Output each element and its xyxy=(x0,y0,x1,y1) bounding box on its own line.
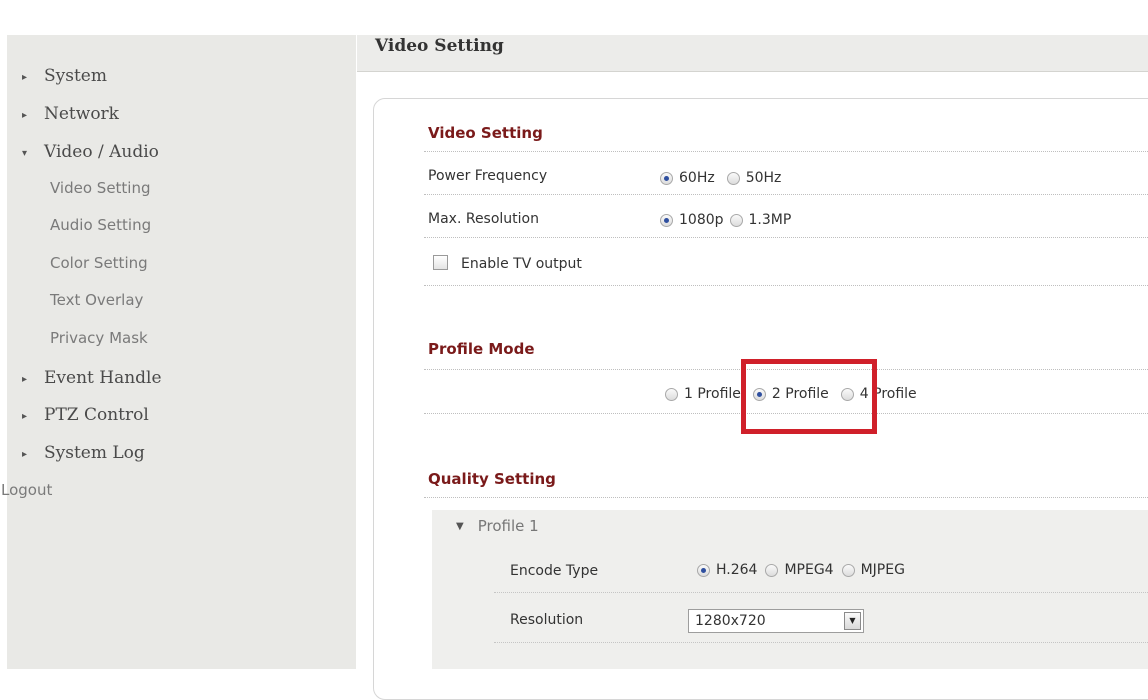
sidebar-item-network[interactable]: ▸ Network xyxy=(22,102,119,126)
divider xyxy=(424,285,1148,286)
radio-label-mjpeg[interactable]: MJPEG xyxy=(861,562,905,578)
sidebar-item-ptz-control[interactable]: ▸ PTZ Control xyxy=(22,403,149,427)
radio-1-profile[interactable] xyxy=(665,387,678,401)
sidebar-item-label: PTZ Control xyxy=(44,405,149,425)
resolution-select[interactable]: 1280x720 ▼ xyxy=(688,609,864,633)
profile-1-panel xyxy=(432,510,1148,669)
radio-60hz[interactable] xyxy=(660,171,673,185)
sidebar-item-label: System xyxy=(44,66,107,86)
sidebar-subitem-privacy-mask[interactable]: Privacy Mask xyxy=(50,327,148,349)
tv-output-label[interactable]: Enable TV output xyxy=(461,256,582,272)
radio-mpeg4[interactable] xyxy=(765,563,779,577)
divider xyxy=(424,151,1148,152)
sidebar-item-label: Video / Audio xyxy=(44,142,159,162)
radio-label-1-3mp[interactable]: 1.3MP xyxy=(749,212,792,228)
highlight-box xyxy=(741,359,877,434)
expand-arrow-icon: ▸ xyxy=(22,449,28,460)
chevron-down-icon[interactable]: ▼ xyxy=(844,612,861,630)
sidebar-item-system-log[interactable]: ▸ System Log xyxy=(22,441,145,465)
sidebar-subitem-text-overlay[interactable]: Text Overlay xyxy=(50,289,143,311)
resolution-value: 1280x720 xyxy=(695,613,766,629)
collapse-arrow-icon: ▾ xyxy=(22,148,28,159)
resolution-label: Resolution xyxy=(510,612,584,628)
sidebar-item-label: Network xyxy=(44,104,119,124)
sidebar-item-event-handle[interactable]: ▸ Event Handle xyxy=(22,366,162,390)
divider xyxy=(494,642,1148,643)
sidebar-item-label: System Log xyxy=(44,443,145,463)
divider xyxy=(494,592,1148,593)
radio-h264[interactable] xyxy=(697,563,710,577)
sidebar-subitem-video-setting[interactable]: Video Setting xyxy=(50,177,151,199)
expand-arrow-icon: ▸ xyxy=(22,374,28,385)
radio-50hz[interactable] xyxy=(726,171,740,185)
power-frequency-radio-group: 60Hz 50Hz xyxy=(660,170,793,186)
radio-label-50hz[interactable]: 50Hz xyxy=(746,170,782,186)
section-title-quality-setting: Quality Setting xyxy=(428,470,556,488)
max-resolution-radio-group: 1080p 1.3MP xyxy=(660,212,803,228)
radio-label-h264[interactable]: H.264 xyxy=(716,562,757,578)
section-title-video-setting: Video Setting xyxy=(428,124,543,142)
sidebar-nav xyxy=(7,35,356,669)
radio-label-60hz[interactable]: 60Hz xyxy=(679,170,715,186)
radio-label-mpeg4[interactable]: MPEG4 xyxy=(784,562,833,578)
divider xyxy=(424,497,1148,498)
section-title-profile-mode: Profile Mode xyxy=(428,340,535,358)
profile-1-label: Profile 1 xyxy=(477,517,539,535)
radio-1080p[interactable] xyxy=(660,213,673,227)
sidebar-item-label: Event Handle xyxy=(44,368,162,388)
collapse-arrow-icon: ▼ xyxy=(456,521,464,532)
profile-1-toggle[interactable]: ▼ Profile 1 xyxy=(456,517,539,535)
max-resolution-label: Max. Resolution xyxy=(428,211,539,227)
radio-mjpeg[interactable] xyxy=(841,563,855,577)
tv-output-checkbox[interactable] xyxy=(433,255,448,270)
expand-arrow-icon: ▸ xyxy=(22,72,28,83)
divider xyxy=(424,237,1148,238)
encode-type-radio-group: H.264 MPEG4 MJPEG xyxy=(697,562,917,578)
radio-label-1080p[interactable]: 1080p xyxy=(679,212,724,228)
sidebar-item-system[interactable]: ▸ System xyxy=(22,64,107,88)
divider xyxy=(424,194,1148,195)
encode-type-label: Encode Type xyxy=(510,563,599,579)
sidebar-subitem-audio-setting[interactable]: Audio Setting xyxy=(50,214,151,236)
sidebar-subitem-color-setting[interactable]: Color Setting xyxy=(50,252,148,274)
logout-link[interactable]: Logout xyxy=(1,479,52,501)
expand-arrow-icon: ▸ xyxy=(22,411,28,422)
radio-1-3mp[interactable] xyxy=(729,213,743,227)
radio-label-1-profile[interactable]: 1 Profile xyxy=(684,386,741,402)
expand-arrow-icon: ▸ xyxy=(22,110,28,121)
page-title: Video Setting xyxy=(375,36,504,56)
power-frequency-label: Power Frequency xyxy=(428,168,548,184)
page-header: Video Setting xyxy=(357,35,1148,72)
sidebar-item-video-audio[interactable]: ▾ Video / Audio xyxy=(22,140,159,164)
